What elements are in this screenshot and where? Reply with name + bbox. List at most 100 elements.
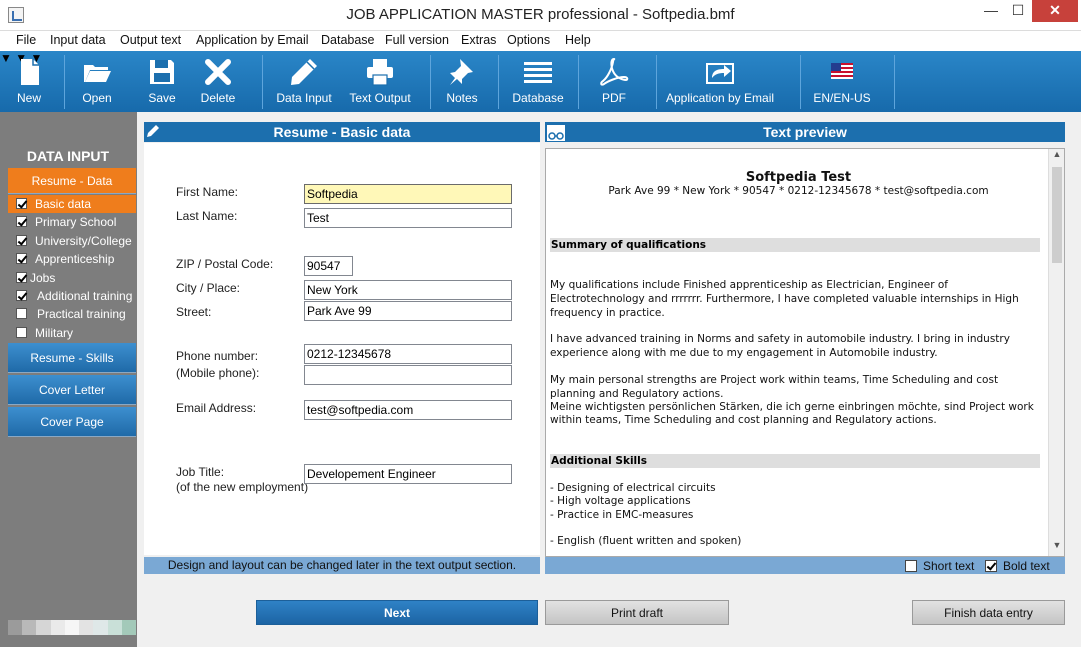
preview-name: Softpedia Test: [745, 170, 852, 185]
menu-input-data[interactable]: Input data: [50, 33, 106, 47]
preview-panel-header: Text preview: [545, 122, 1065, 142]
data-input-label: Data Input: [276, 91, 332, 105]
preview-address: Park Ave 99 * New York * 90547 * 0212-12…: [608, 185, 989, 197]
notes-button[interactable]: Notes: [438, 51, 486, 112]
scroll-down-icon[interactable]: ▼: [1049, 540, 1064, 556]
menu-application-by-email[interactable]: Application by Email: [196, 33, 309, 47]
city-input[interactable]: [304, 280, 512, 300]
pencil-icon: [147, 125, 159, 137]
open-label: Open: [82, 91, 112, 105]
preview-text-line: My qualifications include Finished appre…: [550, 279, 949, 291]
database-button[interactable]: Database: [508, 51, 568, 112]
checkbox[interactable]: [16, 253, 27, 264]
sidebar-section-cover-letter[interactable]: Cover Letter: [8, 375, 136, 405]
open-button[interactable]: Open: [72, 51, 122, 112]
preview-text-line: I have advanced training in Norms and sa…: [550, 333, 1010, 345]
sidebar-item-primary-school[interactable]: Primary School: [8, 213, 136, 231]
next-button[interactable]: Next: [256, 600, 538, 625]
menu-extras[interactable]: Extras: [461, 33, 496, 47]
preview-text-line: - Practice in EMC-measures: [550, 509, 694, 521]
sidebar-section-cover-page[interactable]: Cover Page: [8, 407, 136, 437]
preview-text-line: Meine wichtigsten persönlichen Stärken, …: [550, 401, 1034, 413]
scroll-up-icon[interactable]: ▲: [1049, 149, 1064, 165]
menu-help[interactable]: Help: [565, 33, 591, 47]
preview-text-line: Electrotechnology and rrrrrrr. Furthermo…: [550, 293, 1019, 305]
checkbox[interactable]: [16, 327, 27, 338]
print-draft-button[interactable]: Print draft: [545, 600, 729, 625]
menu-file[interactable]: File: [16, 33, 36, 47]
city-label: City / Place:: [176, 281, 241, 295]
scroll-thumb[interactable]: [1052, 167, 1062, 263]
checkbox[interactable]: [16, 198, 27, 209]
preview-scrollbar[interactable]: ▲ ▼: [1048, 149, 1064, 556]
printer-icon: [367, 59, 393, 86]
checkbox[interactable]: [16, 290, 27, 301]
pdf-icon: [600, 57, 629, 86]
zip-input[interactable]: [304, 256, 353, 276]
toolbar-separator: [578, 55, 579, 109]
folder-open-icon: [84, 65, 111, 82]
sidebar-item-practical-training[interactable]: Practical training: [8, 305, 136, 323]
minimize-button[interactable]: —: [978, 0, 1004, 22]
close-button[interactable]: ✕: [1032, 0, 1078, 22]
checkbox[interactable]: [16, 235, 27, 246]
checkbox[interactable]: [16, 308, 27, 319]
preview-text-line: My main personal strengths are Project w…: [550, 374, 999, 386]
sidebar-item-basic-data[interactable]: Basic data: [8, 195, 136, 213]
finish-data-entry-button[interactable]: Finish data entry: [912, 600, 1065, 625]
street-input[interactable]: [304, 301, 512, 321]
sidebar-item-jobs[interactable]: Jobs: [8, 269, 136, 287]
sidebar-item-military[interactable]: Military: [8, 324, 136, 342]
text-output-button[interactable]: Text Output: [346, 51, 414, 112]
delete-button[interactable]: Delete: [192, 51, 244, 112]
menu-bar: File Input data Output text Application …: [0, 31, 1081, 51]
bold-text-label: Bold text: [1003, 559, 1050, 573]
save-button[interactable]: Save: [140, 51, 184, 112]
data-input-button[interactable]: Data Input: [272, 51, 336, 112]
last-name-input[interactable]: [304, 208, 512, 228]
preview-text-line: within teams, Time Scheduling and cost p…: [550, 414, 937, 426]
pdf-button[interactable]: PDF: [592, 51, 636, 112]
sidebar-section-resume-skills[interactable]: Resume - Skills: [8, 343, 136, 373]
maximize-button[interactable]: ☐: [1005, 0, 1031, 22]
menu-output-text[interactable]: Output text: [120, 33, 181, 47]
short-text-checkbox[interactable]: [905, 560, 917, 572]
job-title-label: Job Title:: [176, 465, 225, 479]
new-button[interactable]: New: [6, 51, 52, 112]
menu-options[interactable]: Options: [507, 33, 550, 47]
preview-text-line: frequency in practice.: [550, 307, 665, 319]
sidebar-section-resume-data[interactable]: Resume - Data: [8, 168, 136, 194]
checkbox[interactable]: [16, 272, 27, 283]
text-preview[interactable]: Softpedia Test Park Ave 99 * New York * …: [545, 148, 1065, 557]
job-title-sublabel: (of the new employment): [176, 480, 309, 494]
language-button[interactable]: EN/EN-US: [810, 51, 874, 112]
form-panel-title: Resume - Basic data: [273, 124, 411, 140]
sidebar-item-label: Basic data: [35, 197, 92, 211]
title-bar: JOB APPLICATION MASTER professional - So…: [0, 0, 1081, 31]
email-input[interactable]: [304, 400, 512, 420]
mobile-input[interactable]: [304, 365, 512, 385]
preview-text-line: experience along with me due to my engag…: [550, 347, 938, 359]
sidebar-heading: DATA INPUT: [26, 148, 110, 164]
bold-text-option[interactable]: Bold text: [985, 559, 1050, 573]
preview-text-line: - English (fluent written and spoken): [550, 535, 742, 547]
bold-text-checkbox[interactable]: [985, 560, 997, 572]
layout-hint: Design and layout can be changed later i…: [144, 557, 540, 574]
phone-input[interactable]: [304, 344, 512, 364]
menu-database[interactable]: Database: [321, 33, 375, 47]
checkbox[interactable]: [16, 216, 27, 227]
short-text-option[interactable]: Short text: [905, 559, 974, 573]
application-by-email-button[interactable]: Application by Email: [664, 51, 776, 112]
preview-text-line: - High voltage applications: [550, 495, 691, 507]
toolbar-separator: [800, 55, 801, 109]
sidebar-item-apprenticeship[interactable]: Apprenticeship: [8, 250, 136, 268]
menu-full-version[interactable]: Full version: [385, 33, 449, 47]
toolbar-separator: [64, 55, 65, 109]
floppy-disk-icon: [150, 60, 174, 84]
preview-section-title: Summary of qualifications: [550, 238, 1040, 252]
first-name-input[interactable]: [304, 184, 512, 204]
sidebar-item-additional-training[interactable]: Additional training: [8, 287, 136, 305]
sidebar-item-university[interactable]: University/College: [8, 232, 136, 250]
job-title-input[interactable]: [304, 464, 512, 484]
pencil-icon: [291, 59, 317, 85]
